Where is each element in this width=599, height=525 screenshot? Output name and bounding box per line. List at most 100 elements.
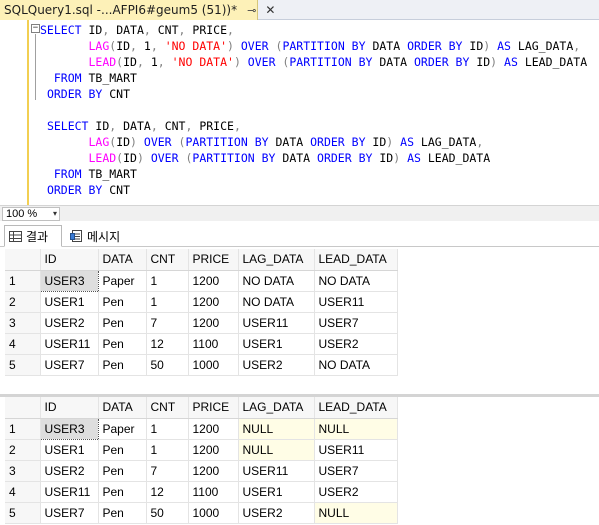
column-header[interactable]: LEAD_DATA bbox=[314, 397, 398, 419]
grid-cell[interactable]: NULL bbox=[238, 439, 315, 461]
row-number[interactable]: 1 bbox=[5, 270, 41, 292]
grid-cell[interactable]: USER3 bbox=[39, 269, 99, 292]
grid-cell[interactable]: 1200 bbox=[188, 312, 239, 334]
tab-results[interactable]: 결과 bbox=[4, 225, 62, 247]
row-number[interactable]: 4 bbox=[5, 481, 41, 503]
table-row[interactable]: 5 USER7 Pen 50 1000 USER2 NO DATA bbox=[5, 354, 398, 376]
grid-cell[interactable]: 12 bbox=[146, 333, 189, 355]
result-grid-2[interactable]: ID DATA CNT PRICE LAG_DATA LEAD_DATA 1 USER3 Pap… bbox=[5, 397, 398, 524]
grid-cell[interactable]: USER11 bbox=[314, 291, 398, 313]
grid-cell[interactable]: Paper bbox=[98, 270, 147, 292]
grid-corner[interactable] bbox=[5, 397, 41, 419]
row-number[interactable]: 5 bbox=[5, 354, 41, 376]
grid-cell[interactable]: 1 bbox=[146, 439, 189, 461]
column-header[interactable]: DATA bbox=[98, 397, 147, 419]
grid-cell[interactable]: 1200 bbox=[188, 418, 239, 440]
grid-cell[interactable]: USER2 bbox=[238, 502, 315, 524]
grid-cell[interactable]: 1200 bbox=[188, 460, 239, 482]
table-row[interactable]: 2 USER1 Pen 1 1200 NULL USER11 bbox=[5, 439, 398, 461]
column-header[interactable]: DATA bbox=[98, 249, 147, 271]
grid-cell[interactable]: NO DATA bbox=[238, 270, 315, 292]
column-header[interactable]: PRICE bbox=[188, 249, 239, 271]
column-header[interactable]: LEAD_DATA bbox=[314, 249, 398, 271]
chevron-down-icon[interactable]: ▾ bbox=[53, 208, 57, 220]
grid-cell[interactable]: NULL bbox=[314, 502, 398, 524]
grid-cell[interactable]: Pen bbox=[98, 354, 147, 376]
table-row[interactable]: 3 USER2 Pen 7 1200 USER11 USER7 bbox=[5, 460, 398, 482]
grid-cell[interactable]: USER7 bbox=[40, 354, 99, 376]
grid-cell[interactable]: USER3 bbox=[39, 417, 99, 440]
column-header[interactable]: PRICE bbox=[188, 397, 239, 419]
grid-cell[interactable]: 1100 bbox=[188, 481, 239, 503]
column-header[interactable]: CNT bbox=[146, 397, 189, 419]
table-row[interactable]: 1 USER3 Paper 1 1200 NULL NULL bbox=[5, 417, 398, 440]
table-row[interactable]: 1 USER3 Paper 1 1200 NO DATA NO DATA bbox=[5, 269, 398, 292]
pin-icon[interactable]: ⊸ bbox=[247, 4, 256, 17]
grid-cell[interactable]: USER11 bbox=[238, 460, 315, 482]
grid-cell[interactable]: Pen bbox=[98, 291, 147, 313]
grid-cell[interactable]: 1200 bbox=[188, 439, 239, 461]
grid-cell[interactable]: 1100 bbox=[188, 333, 239, 355]
grid-cell[interactable]: 1000 bbox=[188, 502, 239, 524]
row-number[interactable]: 4 bbox=[5, 333, 41, 355]
grid-cell[interactable]: Pen bbox=[98, 502, 147, 524]
grid-cell[interactable]: NO DATA bbox=[314, 270, 398, 292]
query-editor[interactable]: − SELECT ID, DATA, CNT, PRICE, LAG(ID, 1… bbox=[0, 20, 599, 205]
grid-cell[interactable]: 1200 bbox=[188, 270, 239, 292]
row-number[interactable]: 3 bbox=[5, 460, 41, 482]
grid-cell[interactable]: USER2 bbox=[40, 312, 99, 334]
tab-messages[interactable]: 메시지 bbox=[66, 225, 132, 247]
grid-cell[interactable]: USER2 bbox=[40, 460, 99, 482]
grid-cell[interactable]: NULL bbox=[238, 418, 315, 440]
grid-cell[interactable]: 1000 bbox=[188, 354, 239, 376]
grid-cell[interactable]: 1 bbox=[146, 418, 189, 440]
column-header[interactable]: ID bbox=[40, 397, 99, 419]
column-header[interactable]: ID bbox=[40, 249, 99, 271]
grid-cell[interactable]: USER1 bbox=[238, 333, 315, 355]
column-header[interactable]: CNT bbox=[146, 249, 189, 271]
grid-cell[interactable]: USER1 bbox=[40, 291, 99, 313]
zoom-select[interactable]: 100 % ▾ bbox=[2, 207, 60, 221]
grid-cell[interactable]: Pen bbox=[98, 481, 147, 503]
row-number[interactable]: 5 bbox=[5, 502, 41, 524]
grid-cell[interactable]: 12 bbox=[146, 481, 189, 503]
grid-cell[interactable]: 50 bbox=[146, 354, 189, 376]
grid-cell[interactable]: USER2 bbox=[314, 333, 398, 355]
grid-cell[interactable]: USER2 bbox=[314, 481, 398, 503]
grid-cell[interactable]: NO DATA bbox=[314, 354, 398, 376]
table-row[interactable]: 5 USER7 Pen 50 1000 USER2 NULL bbox=[5, 502, 398, 524]
grid-cell[interactable]: 7 bbox=[146, 312, 189, 334]
grid-cell[interactable]: Pen bbox=[98, 460, 147, 482]
grid-cell[interactable]: 50 bbox=[146, 502, 189, 524]
grid-cell[interactable]: USER2 bbox=[238, 354, 315, 376]
grid-cell[interactable]: USER7 bbox=[40, 502, 99, 524]
grid-cell[interactable]: USER7 bbox=[314, 460, 398, 482]
grid-cell[interactable]: USER11 bbox=[40, 333, 99, 355]
row-number[interactable]: 3 bbox=[5, 312, 41, 334]
grid-cell[interactable]: 1 bbox=[146, 270, 189, 292]
collapse-toggle-icon[interactable]: − bbox=[31, 24, 40, 33]
table-row[interactable]: 3 USER2 Pen 7 1200 USER11 USER7 bbox=[5, 312, 398, 334]
row-number[interactable]: 2 bbox=[5, 291, 41, 313]
grid-cell[interactable]: NO DATA bbox=[238, 291, 315, 313]
column-header[interactable]: LAG_DATA bbox=[238, 249, 315, 271]
grid-cell[interactable]: 7 bbox=[146, 460, 189, 482]
grid-cell[interactable]: Pen bbox=[98, 439, 147, 461]
close-icon[interactable]: ✕ bbox=[265, 3, 275, 17]
row-number[interactable]: 2 bbox=[5, 439, 41, 461]
grid-cell[interactable]: USER1 bbox=[40, 439, 99, 461]
table-row[interactable]: 4 USER11 Pen 12 1100 USER1 USER2 bbox=[5, 481, 398, 503]
grid-cell[interactable]: USER11 bbox=[40, 481, 99, 503]
column-header[interactable]: LAG_DATA bbox=[238, 397, 315, 419]
grid-cell[interactable]: USER7 bbox=[314, 312, 398, 334]
grid-cell[interactable]: 1200 bbox=[188, 291, 239, 313]
grid-cell[interactable]: USER11 bbox=[314, 439, 398, 461]
grid-cell[interactable]: Paper bbox=[98, 418, 147, 440]
grid-cell[interactable]: USER1 bbox=[238, 481, 315, 503]
grid-corner[interactable] bbox=[5, 249, 41, 271]
grid-cell[interactable]: Pen bbox=[98, 333, 147, 355]
row-number[interactable]: 1 bbox=[5, 418, 41, 440]
table-row[interactable]: 2 USER1 Pen 1 1200 NO DATA USER11 bbox=[5, 291, 398, 313]
tab-sqlquery1[interactable]: SQLQuery1.sql -...AFPI6#geum5 (51))* ⊸ ✕ bbox=[0, 0, 275, 20]
grid-cell[interactable]: 1 bbox=[146, 291, 189, 313]
